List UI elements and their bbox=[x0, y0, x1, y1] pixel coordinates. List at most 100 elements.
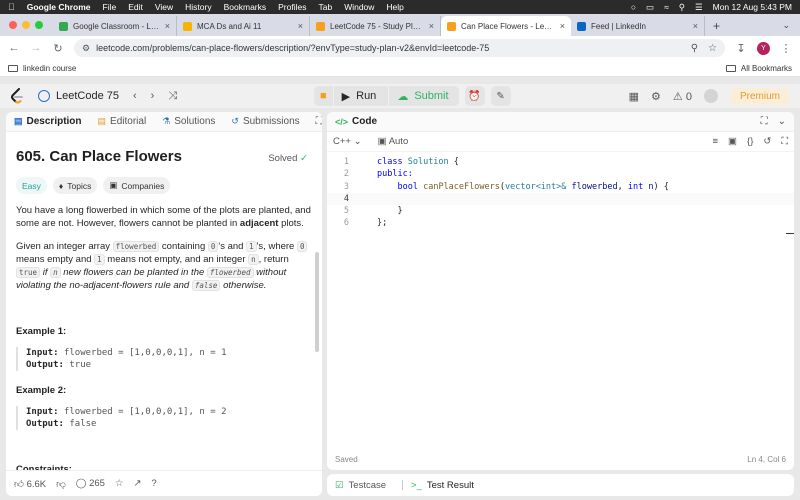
premium-button[interactable]: Premium bbox=[729, 87, 790, 105]
close-tab-icon[interactable]: × bbox=[560, 21, 565, 31]
favorite-star-icon[interactable]: ☆ bbox=[115, 478, 124, 489]
statement-emphasis: adjacent bbox=[239, 218, 279, 229]
close-tab-icon[interactable]: × bbox=[298, 21, 303, 31]
tab-description[interactable]: ▤ Description bbox=[14, 116, 82, 127]
note-icon: ✎ bbox=[496, 90, 505, 102]
menu-window[interactable]: Window bbox=[344, 2, 374, 12]
settings-gear-icon[interactable]: ⚙ bbox=[651, 90, 661, 103]
streak-counter[interactable]: ⚠ 0 bbox=[673, 90, 692, 103]
search-icon[interactable]: ⚲ bbox=[679, 2, 685, 13]
close-tab-icon[interactable]: × bbox=[165, 21, 170, 31]
bookmark-icon[interactable]: ▣ bbox=[728, 136, 737, 147]
site-info-icon[interactable]: ⚙ bbox=[82, 43, 90, 54]
menu-help[interactable]: Help bbox=[386, 2, 403, 12]
fullscreen-icon[interactable]: ⛶ bbox=[781, 136, 788, 147]
tab-editorial[interactable]: ▤ Editorial bbox=[98, 116, 147, 127]
browser-tab-active[interactable]: Can Place Flowers - LeetCode × bbox=[441, 16, 571, 36]
run-button[interactable]: ▶ Run bbox=[332, 86, 389, 106]
notes-button[interactable]: ✎ bbox=[490, 86, 511, 106]
reset-icon[interactable]: ↺ bbox=[763, 136, 771, 147]
code-line[interactable]: 2 public: bbox=[327, 168, 794, 180]
menu-clock[interactable]: Mon 12 Aug 5:43 PM bbox=[713, 2, 792, 12]
browser-tab[interactable]: LeetCode 75 - Study Plan - L × bbox=[310, 16, 441, 36]
like-button[interactable]: 👍︎ 6.6K bbox=[14, 478, 46, 490]
format-icon[interactable]: ≡ bbox=[712, 136, 718, 147]
browser-tab[interactable]: MCA Ds and Ai 11 × bbox=[177, 16, 310, 36]
shuffle-icon[interactable]: ⤨ bbox=[168, 90, 177, 103]
wifi-icon[interactable]: ≈ bbox=[664, 2, 669, 12]
apple-icon[interactable]:  bbox=[8, 2, 15, 12]
lock-icon: ▣ bbox=[109, 180, 118, 190]
prev-problem-chevron-icon[interactable]: ‹ bbox=[133, 90, 137, 102]
layout-icon[interactable]: ▦ bbox=[629, 90, 639, 103]
study-plan-link[interactable]: LeetCode 75 bbox=[38, 90, 119, 102]
minimize-window-button[interactable] bbox=[22, 21, 30, 29]
tab-testcase[interactable]: ☑ Testcase bbox=[335, 480, 386, 491]
topics-button[interactable]: ♦ Topics bbox=[52, 177, 98, 194]
screen-record-icon[interactable]: ○ bbox=[631, 2, 636, 12]
bookmark-linkedin-course[interactable]: linkedin course bbox=[23, 64, 76, 73]
menu-view[interactable]: View bbox=[155, 2, 173, 12]
expand-panel-icon[interactable]: ⛶ bbox=[761, 116, 768, 127]
code-line[interactable]: 5 } bbox=[327, 205, 794, 217]
address-bar[interactable]: ⚙ leetcode.com/problems/can-place-flower… bbox=[74, 39, 725, 57]
close-window-button[interactable] bbox=[9, 21, 17, 29]
browser-tab[interactable]: Google Classroom - Login × bbox=[53, 16, 177, 36]
bookmark-star-icon[interactable]: ☆ bbox=[708, 43, 717, 54]
expand-panel-icon[interactable]: ⛶ bbox=[316, 116, 322, 127]
code-panel: </> Code ⛶ ⌄ C++ ⌄ ▣ Auto ≡ ▣ {} ↺ ⛶ 1 cl… bbox=[327, 112, 794, 470]
download-icon[interactable]: ↧ bbox=[735, 42, 747, 55]
tab-search-chevron-icon[interactable]: ⌄ bbox=[772, 20, 800, 36]
battery-icon[interactable]: ▭ bbox=[646, 2, 654, 13]
code-editor[interactable]: 1 class Solution { 2 public: 3 bool canPla… bbox=[327, 152, 794, 452]
url-text[interactable]: leetcode.com/problems/can-place-flowers/… bbox=[96, 43, 489, 53]
close-tab-icon[interactable]: × bbox=[429, 21, 434, 31]
menu-profiles[interactable]: Profiles bbox=[278, 2, 306, 12]
browser-tab[interactable]: Feed | LinkedIn × bbox=[571, 16, 705, 36]
comments-button[interactable]: ◯ 265 bbox=[76, 478, 105, 489]
description-scrollbar[interactable] bbox=[315, 252, 319, 352]
tab-code[interactable]: </> Code bbox=[335, 116, 377, 127]
example-block: Input: flowerbed = [1,0,0,0,1], n = 2 Ou… bbox=[16, 406, 312, 430]
code-line-current[interactable]: 4 bbox=[327, 192, 794, 206]
timer-button[interactable]: ⏰ bbox=[464, 86, 485, 106]
reload-icon[interactable]: ↻ bbox=[52, 42, 64, 55]
tab-submissions[interactable]: ↺ Submissions bbox=[231, 116, 299, 127]
auto-mode-toggle[interactable]: ▣ Auto bbox=[378, 136, 409, 147]
menu-file[interactable]: File bbox=[103, 2, 117, 12]
example-heading: Example 1: bbox=[16, 326, 67, 337]
language-select[interactable]: C++ ⌄ bbox=[333, 136, 362, 147]
tab-test-result[interactable]: >_ Test Result bbox=[411, 480, 474, 491]
share-icon[interactable]: ↗ bbox=[133, 478, 141, 489]
zoom-icon[interactable]: ⚲ bbox=[691, 43, 698, 54]
code-line[interactable]: 1 class Solution { bbox=[327, 156, 794, 168]
zoom-window-button[interactable] bbox=[35, 21, 43, 29]
user-avatar[interactable] bbox=[703, 89, 718, 103]
menu-bookmarks[interactable]: Bookmarks bbox=[224, 2, 267, 12]
menu-app-name[interactable]: Google Chrome bbox=[27, 2, 91, 12]
next-problem-chevron-icon[interactable]: › bbox=[151, 90, 155, 102]
submit-button[interactable]: ☁ Submit bbox=[388, 86, 459, 106]
menu-tab[interactable]: Tab bbox=[318, 2, 332, 12]
tab-solutions[interactable]: ⚗ Solutions bbox=[162, 116, 215, 127]
help-icon[interactable]: ? bbox=[151, 478, 156, 489]
control-center-icon[interactable]: ☰ bbox=[695, 2, 703, 13]
code-line[interactable]: 6}; bbox=[327, 217, 794, 229]
leetcode-logo-icon[interactable] bbox=[10, 88, 24, 104]
new-tab-button[interactable]: + bbox=[705, 19, 728, 36]
code-line[interactable]: 3 bool canPlaceFlowers(vector<int>& flow… bbox=[327, 181, 794, 193]
more-menu-icon[interactable]: ⋮ bbox=[780, 42, 792, 55]
all-bookmarks-button[interactable]: All Bookmarks bbox=[725, 64, 792, 73]
menu-history[interactable]: History bbox=[185, 2, 211, 12]
close-tab-icon[interactable]: × bbox=[693, 21, 698, 31]
forward-arrow-icon[interactable]: → bbox=[30, 42, 42, 54]
menu-edit[interactable]: Edit bbox=[128, 2, 143, 12]
debug-button[interactable]: ■ bbox=[314, 86, 333, 106]
companies-button[interactable]: ▣ Companies bbox=[103, 177, 171, 194]
inline-code: flowerbed bbox=[112, 241, 160, 252]
braces-icon[interactable]: {} bbox=[747, 136, 753, 147]
profile-avatar[interactable]: Y bbox=[757, 41, 770, 55]
dislike-button[interactable]: 👎︎ bbox=[56, 478, 66, 490]
back-arrow-icon[interactable]: ← bbox=[8, 42, 20, 54]
collapse-panel-chevron-icon[interactable]: ⌄ bbox=[778, 116, 786, 127]
